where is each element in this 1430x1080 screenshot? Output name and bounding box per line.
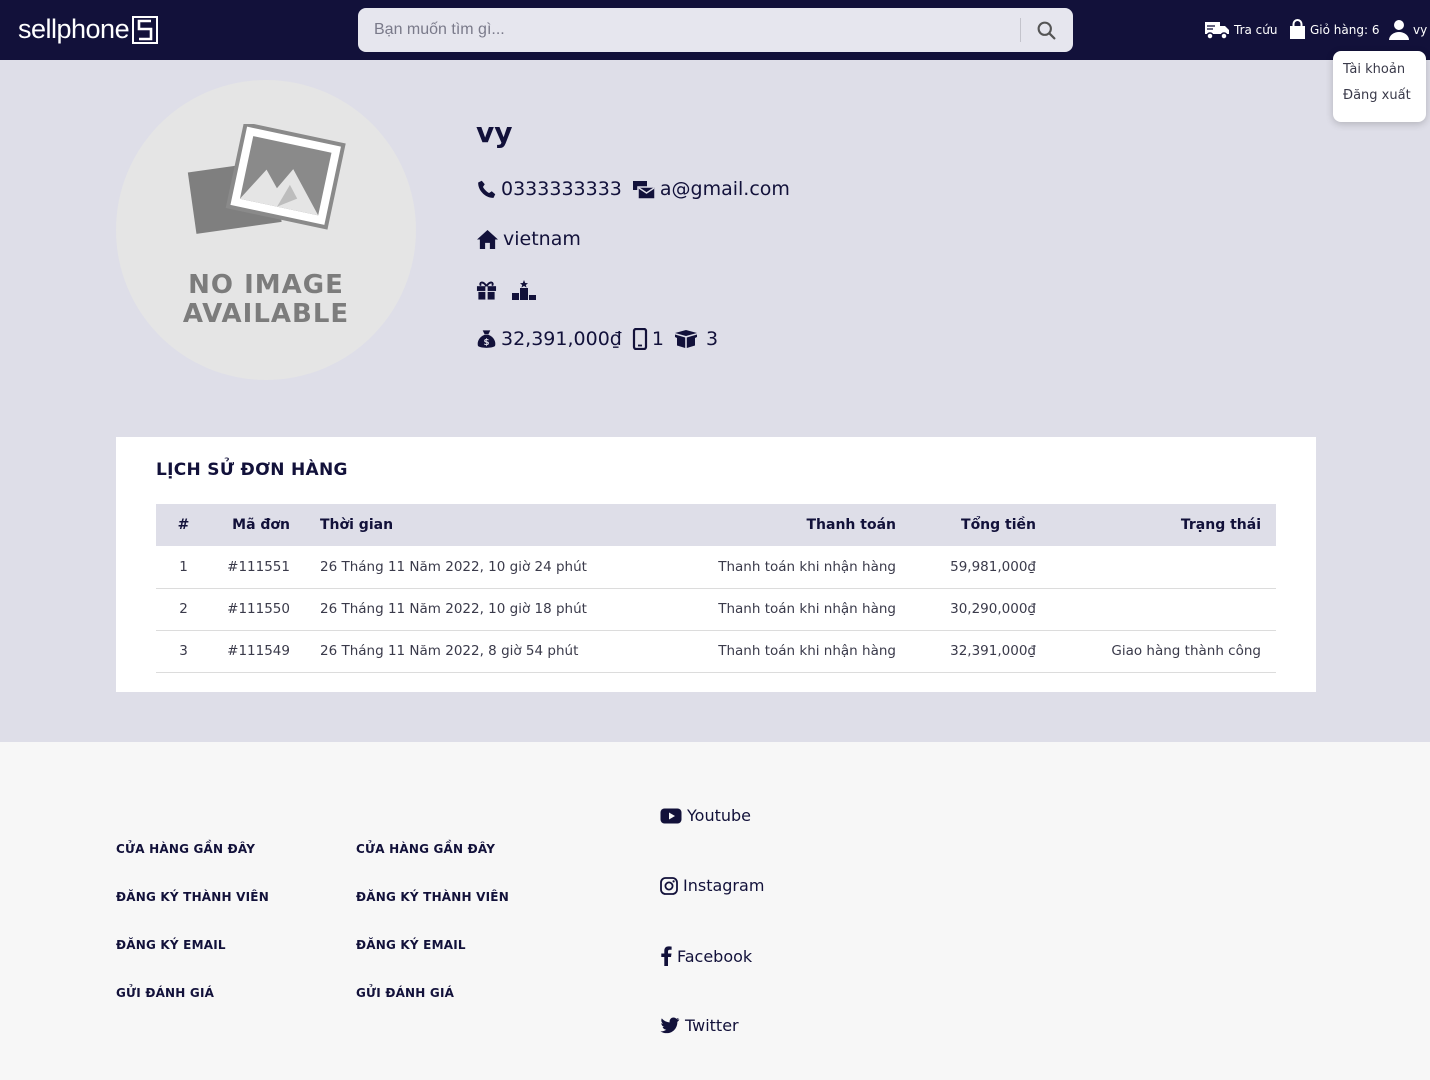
rewards-row bbox=[476, 279, 541, 301]
products-count-value: 1 bbox=[651, 328, 664, 350]
order-index: 3 bbox=[179, 643, 188, 659]
address-row: vietnam bbox=[476, 228, 581, 250]
top-navbar: sellphone Tra cứu Giỏ hàng: 6 vy bbox=[0, 0, 1430, 60]
order-history-table: # Mã đơn Thời gian Thanh toán Tổng tiền … bbox=[156, 504, 1276, 673]
footer-link-register-member[interactable]: ĐĂNG KÝ THÀNH VIÊN bbox=[356, 890, 509, 904]
col-header-time: Thời gian bbox=[320, 517, 394, 533]
logo[interactable]: sellphone bbox=[18, 14, 159, 45]
mail-bulk-icon bbox=[632, 180, 656, 200]
search-button[interactable] bbox=[1030, 16, 1062, 44]
facebook-icon bbox=[661, 946, 672, 966]
social-label: Facebook bbox=[677, 946, 753, 966]
profile-name: vy bbox=[476, 116, 513, 149]
logout-menu-item[interactable]: Đăng xuất bbox=[1343, 85, 1426, 111]
table-header-row: # Mã đơn Thời gian Thanh toán Tổng tiền … bbox=[156, 504, 1276, 546]
order-payment: Thanh toán khi nhận hàng bbox=[718, 558, 896, 575]
col-header-payment: Thanh toán bbox=[806, 517, 897, 533]
order-total: 30,290,000₫ bbox=[950, 601, 1036, 617]
truck-icon bbox=[1205, 22, 1229, 40]
footer-link-nearby-stores[interactable]: CỬA HÀNG GẦN ĐÂY bbox=[116, 842, 255, 856]
user-menu-toggle[interactable]: vy bbox=[1388, 14, 1427, 46]
ranking-podium-icon bbox=[512, 280, 536, 300]
col-header-index: # bbox=[177, 517, 190, 533]
track-order-label: Tra cứu bbox=[1234, 23, 1278, 37]
track-order-link[interactable]: Tra cứu bbox=[1204, 14, 1277, 46]
social-label: Twitter bbox=[685, 1016, 739, 1035]
open-box-icon bbox=[674, 330, 697, 348]
stats-row: $ 32,391,000₫ 1 3 bbox=[476, 328, 718, 350]
twitter-icon bbox=[660, 1017, 680, 1034]
order-code: #111550 bbox=[227, 601, 290, 617]
order-payment: Thanh toán khi nhận hàng bbox=[718, 643, 896, 659]
no-image-photo-icon bbox=[187, 124, 346, 234]
order-time: 26 Tháng 11 Năm 2022, 8 giờ 54 phút bbox=[320, 643, 579, 659]
order-time: 26 Tháng 11 Năm 2022, 10 giờ 18 phút bbox=[320, 601, 587, 617]
footer-link-nearby-stores[interactable]: CỬA HÀNG GẦN ĐÂY bbox=[356, 842, 495, 856]
logo-mark-icon bbox=[132, 15, 159, 44]
order-index: 1 bbox=[179, 558, 188, 575]
phone-value: 0333333333 bbox=[501, 178, 622, 200]
social-label: Instagram bbox=[683, 876, 765, 895]
social-label: Youtube bbox=[687, 806, 751, 825]
table-row[interactable]: 3 #111549 26 Tháng 11 Năm 2022, 8 giờ 54… bbox=[156, 630, 1276, 672]
svg-text:$: $ bbox=[484, 338, 490, 348]
cart-link[interactable]: Giỏ hàng: 6 bbox=[1288, 14, 1379, 46]
user-name-label: vy bbox=[1413, 23, 1428, 37]
table-row[interactable]: 1 #111551 26 Tháng 11 Năm 2022, 10 giờ 2… bbox=[156, 546, 1276, 588]
col-header-code: Mã đơn bbox=[232, 517, 290, 533]
orders-count-value: 3 bbox=[705, 328, 719, 350]
home-icon bbox=[477, 229, 498, 249]
avatar: NO IMAGE AVAILABLE bbox=[116, 80, 416, 380]
total-spent-value: 32,391,000₫ bbox=[501, 328, 622, 350]
phone-icon bbox=[478, 180, 496, 198]
order-payment: Thanh toán khi nhận hàng bbox=[718, 601, 896, 617]
footer-link-register-email[interactable]: ĐĂNG KÝ EMAIL bbox=[116, 938, 226, 952]
search-bar bbox=[358, 8, 1073, 52]
footer-link-register-member[interactable]: ĐĂNG KÝ THÀNH VIÊN bbox=[116, 890, 269, 904]
logo-text: sellphone bbox=[18, 14, 130, 44]
no-image-text-line2: AVAILABLE bbox=[182, 299, 350, 329]
social-link-instagram[interactable]: Instagram bbox=[660, 876, 764, 895]
gift-icon bbox=[476, 281, 497, 300]
search-divider bbox=[1020, 18, 1021, 42]
user-icon bbox=[1389, 20, 1409, 40]
order-time: 26 Tháng 11 Năm 2022, 10 giờ 24 phút bbox=[320, 558, 587, 575]
money-bag-icon: $ bbox=[477, 330, 496, 348]
shopping-bag-icon bbox=[1290, 19, 1305, 39]
search-icon bbox=[1037, 21, 1056, 40]
order-code: #111551 bbox=[227, 558, 290, 575]
order-history-title: LỊCH SỬ ĐƠN HÀNG bbox=[156, 460, 348, 480]
user-dropdown-menu: Tài khoản Đăng xuất bbox=[1333, 51, 1426, 122]
youtube-icon bbox=[660, 808, 682, 823]
footer-link-send-review[interactable]: GỬI ĐÁNH GIÁ bbox=[356, 986, 454, 1000]
order-index: 2 bbox=[179, 601, 188, 617]
cart-label: Giỏ hàng: 6 bbox=[1310, 23, 1380, 37]
mobile-phone-icon bbox=[632, 328, 647, 350]
social-link-twitter[interactable]: Twitter bbox=[660, 1016, 739, 1035]
order-history-card: LỊCH SỬ ĐƠN HÀNG # Mã đơn Thời gian Than… bbox=[116, 437, 1316, 692]
social-link-facebook[interactable]: Facebook bbox=[660, 946, 752, 966]
col-header-status: Trạng thái bbox=[1180, 517, 1261, 533]
footer-link-register-email[interactable]: ĐĂNG KÝ EMAIL bbox=[356, 938, 466, 952]
table-row[interactable]: 2 #111550 26 Tháng 11 Năm 2022, 10 giờ 1… bbox=[156, 588, 1276, 630]
order-total: 32,391,000₫ bbox=[950, 643, 1036, 659]
order-code: #111549 bbox=[227, 643, 290, 659]
order-total: 59,981,000₫ bbox=[950, 558, 1036, 575]
col-header-total: Tổng tiền bbox=[961, 517, 1036, 533]
order-status bbox=[1051, 588, 1276, 630]
instagram-icon bbox=[660, 876, 678, 895]
no-image-text-line1: NO IMAGE bbox=[188, 270, 344, 300]
social-link-youtube[interactable]: Youtube bbox=[660, 806, 751, 825]
email-value: a@gmail.com bbox=[659, 178, 790, 200]
search-input[interactable] bbox=[358, 8, 1018, 52]
address-value: vietnam bbox=[503, 228, 581, 250]
order-status bbox=[1051, 546, 1276, 588]
contact-row: 0333333333 a@gmail.com bbox=[476, 178, 790, 200]
footer-link-send-review[interactable]: GỬI ĐÁNH GIÁ bbox=[116, 986, 214, 1000]
order-status: Giao hàng thành công bbox=[1111, 643, 1261, 659]
account-menu-item[interactable]: Tài khoản bbox=[1343, 59, 1426, 85]
